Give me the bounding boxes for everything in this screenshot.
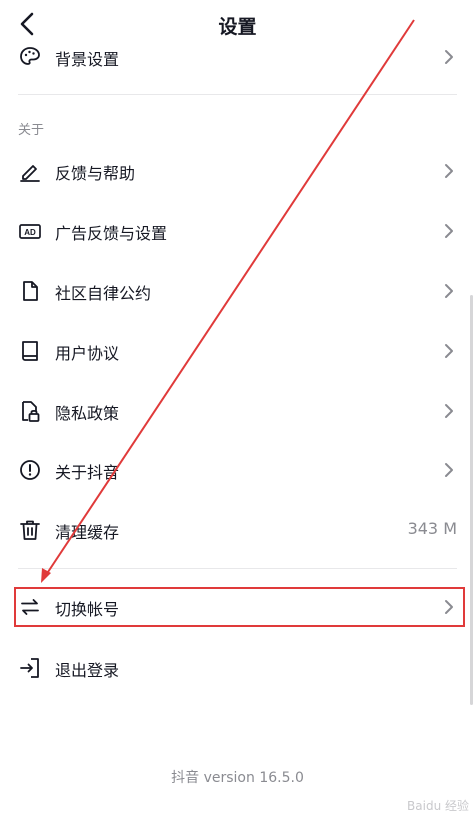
ad-icon: AD bbox=[19, 224, 41, 239]
edit-pencil-icon bbox=[20, 165, 40, 182]
section-header-about: 关于 bbox=[18, 123, 45, 138]
settings-item-label: 背景设置 bbox=[55, 50, 120, 69]
version-text: 抖音 version 16.5.0 bbox=[171, 770, 304, 786]
settings-item-label: 社区自律公约 bbox=[55, 284, 152, 303]
settings-item-feedback[interactable]: 反馈与帮助 bbox=[0, 143, 475, 199]
book-icon bbox=[22, 341, 38, 361]
svg-text:AD: AD bbox=[24, 228, 36, 237]
trash-icon bbox=[20, 520, 40, 540]
settings-item-label: 清理缓存 bbox=[55, 523, 120, 542]
settings-item-label: 隐私政策 bbox=[55, 404, 120, 423]
palette-icon bbox=[20, 47, 40, 65]
document-icon bbox=[23, 281, 38, 301]
annotation-highlight-box bbox=[14, 587, 465, 627]
chevron-right-icon bbox=[445, 463, 453, 477]
settings-item-privacy[interactable]: 隐私政策 bbox=[0, 383, 475, 439]
info-circle-icon bbox=[20, 460, 40, 480]
divider bbox=[18, 568, 457, 569]
settings-item-agreement[interactable]: 用户协议 bbox=[0, 323, 475, 379]
settings-item-label: 用户协议 bbox=[55, 344, 120, 363]
chevron-right-icon bbox=[445, 224, 453, 238]
privacy-lock-icon bbox=[22, 401, 40, 422]
settings-item-ad[interactable]: AD 广告反馈与设置 bbox=[0, 203, 475, 259]
chevron-right-icon bbox=[445, 284, 453, 298]
logout-icon bbox=[20, 658, 39, 678]
settings-item-logout[interactable]: 退出登录 bbox=[0, 640, 475, 696]
settings-item-background[interactable]: 背景设置 bbox=[0, 29, 475, 85]
settings-item-community[interactable]: 社区自律公约 bbox=[0, 263, 475, 319]
divider bbox=[18, 94, 457, 95]
scrollbar[interactable] bbox=[470, 295, 473, 705]
settings-item-label: 退出登录 bbox=[55, 661, 120, 680]
settings-item-cache[interactable]: 清理缓存 343 M bbox=[0, 502, 475, 558]
settings-item-label: 广告反馈与设置 bbox=[55, 224, 168, 243]
chevron-right-icon bbox=[445, 164, 453, 178]
chevron-right-icon bbox=[445, 344, 453, 358]
chevron-right-icon bbox=[445, 404, 453, 418]
cache-size-value: 343 M bbox=[407, 519, 457, 538]
chevron-right-icon bbox=[445, 50, 453, 64]
settings-item-label: 反馈与帮助 bbox=[55, 164, 136, 183]
watermark: Baidu 经验 bbox=[407, 799, 469, 813]
settings-item-about[interactable]: 关于抖音 bbox=[0, 442, 475, 498]
settings-item-label: 关于抖音 bbox=[55, 463, 120, 482]
